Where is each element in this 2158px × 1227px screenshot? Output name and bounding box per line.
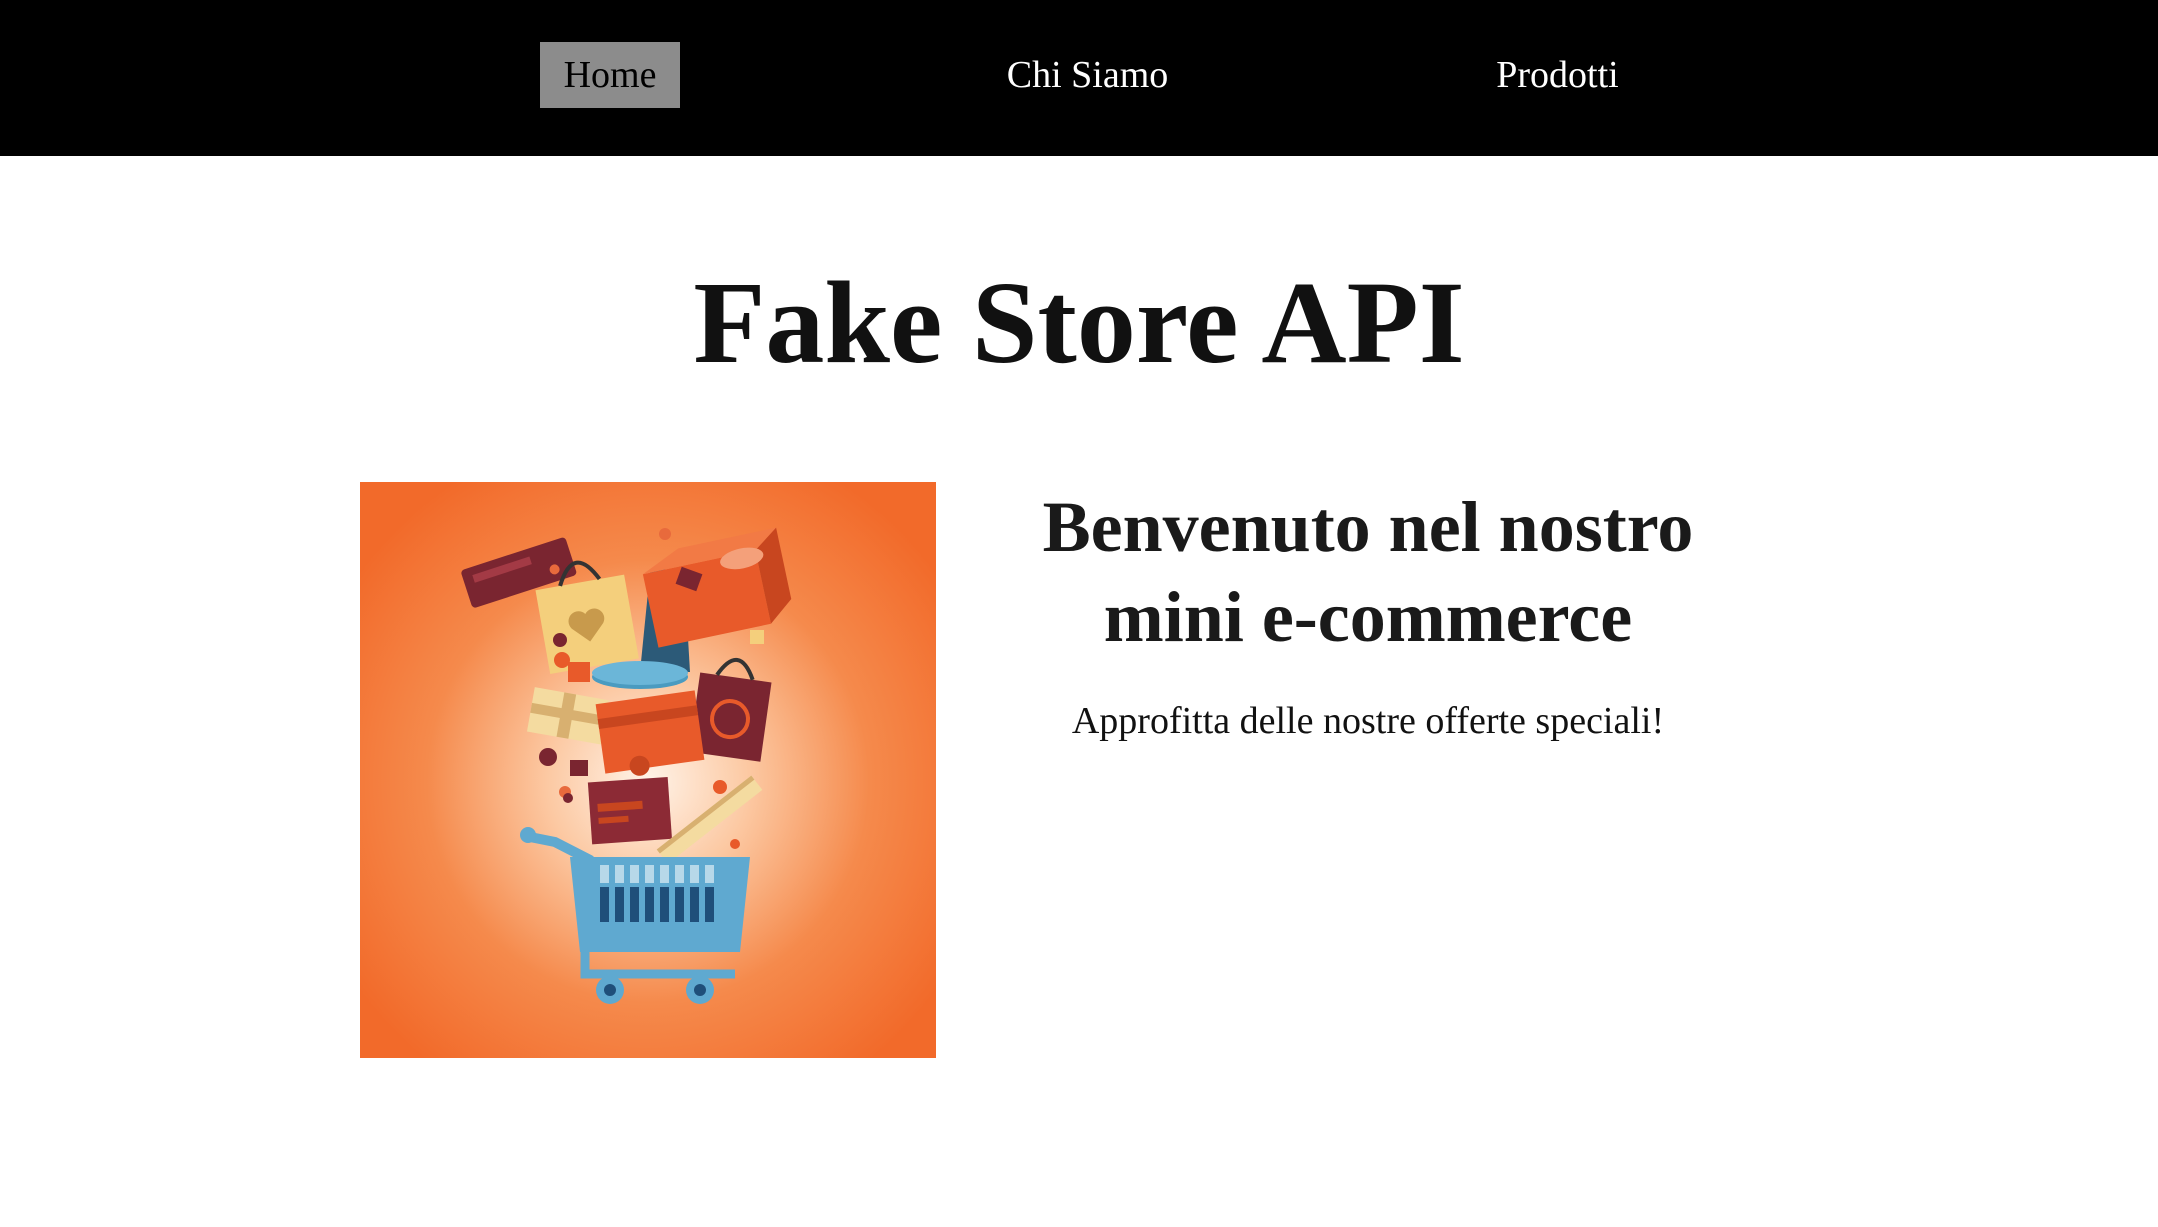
nav-home[interactable]: Home <box>540 42 680 108</box>
hero-image <box>360 482 936 1058</box>
page-title: Fake Store API <box>693 257 1465 388</box>
nav-chi-siamo[interactable]: Chi Siamo <box>980 42 1195 108</box>
nav-prodotti[interactable]: Prodotti <box>1475 42 1640 108</box>
welcome-heading: Benvenuto nel nostro mini e-commerce <box>1042 487 1694 657</box>
shopping-cart-illustration-icon <box>360 482 936 1058</box>
offer-text: Approfitta delle nostre offerte speciali… <box>1071 700 1665 742</box>
top-navbar: Home Chi Siamo Prodotti <box>0 0 2158 156</box>
